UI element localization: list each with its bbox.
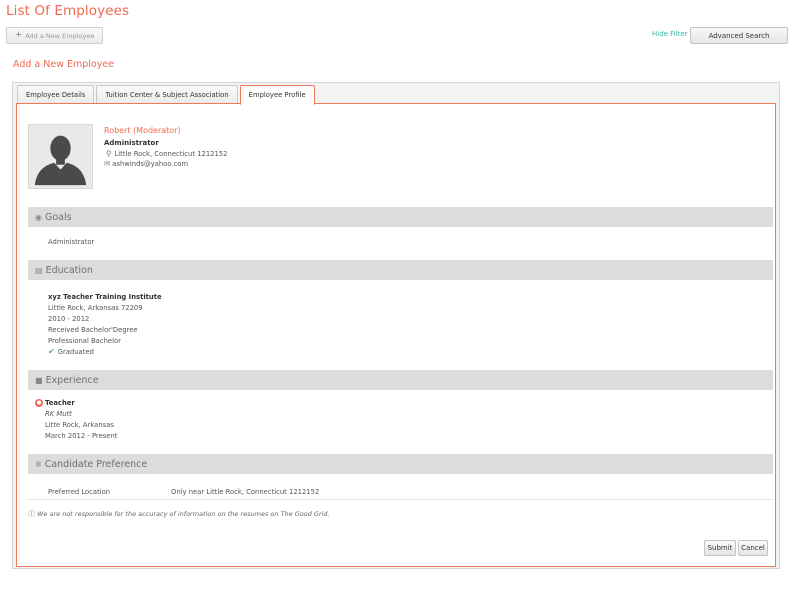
employee-form-panel: Employee Details Tuition Center & Subjec… xyxy=(12,82,780,569)
education-years: 2010 - 2012 xyxy=(48,315,90,323)
experience-position-text: Teacher xyxy=(45,399,75,407)
experience-badge-icon: ● xyxy=(35,399,43,407)
profile-role: Administrator xyxy=(104,139,159,147)
preference-header: ✲ Candidate Preference xyxy=(28,454,773,474)
divider xyxy=(28,499,773,500)
envelope-icon: ✉ xyxy=(104,159,111,169)
target-icon: ◉ xyxy=(35,212,42,222)
add-employee-button[interactable]: + Add a New Employee xyxy=(6,27,103,44)
education-location: Little Rock, Arkansas 72209 xyxy=(48,304,143,312)
book-icon: ▤ xyxy=(35,265,43,275)
profile-location-text: Little Rock, Connecticut 1212152 xyxy=(114,150,228,158)
preference-value: Only near Little Rock, Connecticut 12121… xyxy=(171,488,320,496)
preference-title: Candidate Preference xyxy=(44,458,148,470)
education-status: ✔ Graduated xyxy=(48,347,94,356)
goals-header: ◉ Goals xyxy=(28,207,773,227)
goals-title: Goals xyxy=(44,211,72,223)
profile-email: ✉ ashwinds@yahoo.com xyxy=(104,160,188,168)
tab-employee-profile[interactable]: Employee Profile xyxy=(239,85,315,105)
education-institute: xyz Teacher Training Institute xyxy=(48,293,162,301)
gear-icon: ✲ xyxy=(35,459,42,469)
tab-employee-details[interactable]: Employee Details xyxy=(17,85,95,103)
preference-label: Preferred Location xyxy=(48,488,111,496)
cancel-button[interactable]: Cancel xyxy=(738,540,768,556)
submit-button[interactable]: Submit xyxy=(704,540,736,556)
profile-email-text: ashwinds@yahoo.com xyxy=(112,160,189,168)
plus-icon: + xyxy=(14,30,23,40)
education-degree: Received Bachelor'Degree xyxy=(48,326,138,334)
advanced-search-button[interactable]: Advanced Search xyxy=(690,27,788,44)
profile-name: Robert (Moderator) xyxy=(104,126,181,135)
experience-title: Experience xyxy=(45,374,99,386)
check-icon: ✔ xyxy=(48,347,55,356)
disclaimer-text: We are not responsible for the accuracy … xyxy=(37,510,330,518)
info-icon: ⓘ xyxy=(28,510,35,518)
experience-location: Litte Rock, Arkansas xyxy=(45,421,114,429)
education-header: ▤ Education xyxy=(28,260,773,280)
tab-tuition-center[interactable]: Tuition Center & Subject Association xyxy=(96,85,238,103)
avatar xyxy=(28,124,93,189)
form-title: Add a New Employee xyxy=(13,59,115,70)
briefcase-icon: ■ xyxy=(35,375,43,385)
profile-content: Robert (Moderator) Administrator ⚲ Littl… xyxy=(16,103,776,567)
map-marker-icon: ⚲ xyxy=(106,149,112,159)
education-type: Professional Bachelor xyxy=(48,337,121,345)
goals-text: Administrator xyxy=(48,238,95,246)
tab-bar: Employee Details Tuition Center & Subjec… xyxy=(17,85,317,105)
experience-company: RK Mutt xyxy=(45,410,72,418)
education-status-text: Graduated xyxy=(57,348,94,356)
profile-location: ⚲ Little Rock, Connecticut 1212152 xyxy=(106,150,227,158)
experience-header: ■ Experience xyxy=(28,370,773,390)
education-title: Education xyxy=(45,264,93,276)
experience-period: March 2012 - Present xyxy=(45,432,118,440)
disclaimer: ⓘ We are not responsible for the accurac… xyxy=(28,509,330,519)
page-title: List Of Employees xyxy=(6,3,130,19)
user-silhouette-icon xyxy=(29,125,92,188)
add-employee-label: Add a New Employee xyxy=(25,31,95,40)
experience-position: ● Teacher xyxy=(35,399,75,407)
hide-filter-link[interactable]: Hide Filter xyxy=(652,30,688,38)
